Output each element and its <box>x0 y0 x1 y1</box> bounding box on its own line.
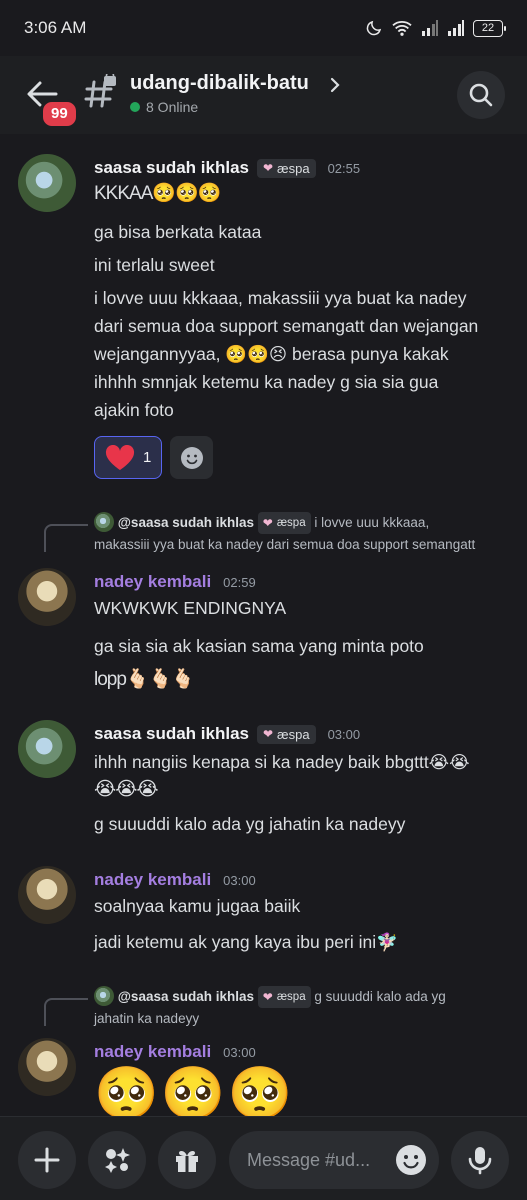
message-text: 🥺🥺🥺 <box>94 1065 295 1116</box>
avatar[interactable] <box>18 866 76 924</box>
voice-button[interactable] <box>451 1131 509 1189</box>
online-dot-icon <box>130 102 140 112</box>
username[interactable]: nadey kembali <box>94 870 211 890</box>
message-text: wejangannyyaa, 🥺🥺😣 berasa punya kakak <box>94 344 449 364</box>
status-time: 3:06 AM <box>24 18 87 37</box>
add-reaction-button[interactable] <box>170 436 214 479</box>
wifi-icon <box>392 21 412 36</box>
message-text: ini terlalu sweet <box>94 255 215 275</box>
message-text: 😭😭😭 <box>94 779 159 800</box>
online-count: 8 Online <box>146 99 199 115</box>
reply-text: g suuuddi kalo ada yg <box>314 989 446 1004</box>
message-text: ga bisa berkata kataa <box>94 222 262 242</box>
signal-icon-2 <box>448 20 464 36</box>
gift-icon <box>176 1151 198 1172</box>
heart-icon: ❤ <box>262 990 273 1004</box>
locked-channel-icon <box>84 74 116 108</box>
role-tag: ❤ æspa <box>257 986 311 1008</box>
message-header: nadey kembali 03:00 <box>94 870 256 890</box>
heart-icon: ❤ <box>262 516 273 530</box>
reactions: 1 <box>94 436 214 479</box>
composer-bar: Message #ud... <box>0 1116 527 1200</box>
message-text: dari semua doa support semangatt dan wej… <box>94 316 479 336</box>
timestamp: 03:00 <box>223 872 256 888</box>
message-text: ga sia sia ak kasian sama yang minta pot… <box>94 636 424 656</box>
message-text: lopp🫰🏻🫰🏻🫰🏻 <box>94 669 195 690</box>
message-text: KKKAA🥺🥺🥺 <box>94 183 221 204</box>
battery-icon: 22 <box>473 19 506 37</box>
online-status: 8 Online <box>130 99 198 115</box>
message-list[interactable]: saasa sudah ikhlas ❤ æspa 02:55 KKKAA🥺🥺🥺 … <box>0 134 527 1116</box>
search-icon <box>469 83 493 107</box>
message-text: g suuuddi kalo ada yg jahatin ka nadeyy <box>94 814 406 834</box>
reaction-count: 1 <box>143 449 152 466</box>
reply-username: @saasa sudah ikhlas <box>117 515 254 530</box>
reply-connector <box>44 998 88 1026</box>
avatar[interactable] <box>18 720 76 778</box>
reply-text: jahatin ka nadeyy <box>94 1011 200 1026</box>
message-header: saasa sudah ikhlas ❤ æspa 02:55 <box>94 158 360 178</box>
message-header: saasa sudah ikhlas ❤ æspa 03:00 <box>94 724 360 744</box>
message-placeholder: Message #ud... <box>247 1149 371 1170</box>
username[interactable]: saasa sudah ikhlas <box>94 158 249 178</box>
reply-connector <box>44 524 88 552</box>
microphone-icon <box>468 1147 492 1175</box>
gift-button[interactable] <box>158 1131 216 1189</box>
signal-icon <box>422 20 438 36</box>
timestamp: 02:59 <box>223 574 256 590</box>
status-bar: 3:06 AM 22 <box>0 0 527 56</box>
search-button[interactable] <box>457 71 505 119</box>
heart-reaction[interactable]: 1 <box>94 436 163 479</box>
plus-icon <box>34 1147 60 1173</box>
reply-avatar <box>94 986 114 1006</box>
timestamp: 02:55 <box>327 160 361 176</box>
reply-text: i lovve uuu kkkaaa, <box>314 515 430 530</box>
unread-badge: 99 <box>40 99 79 129</box>
smiley-icon <box>180 446 203 469</box>
role-tag[interactable]: ❤ æspa <box>256 158 316 178</box>
reply-avatar <box>94 512 114 532</box>
username[interactable]: saasa sudah ikhlas <box>94 724 249 744</box>
message-text: ihhh nangiis kenapa si ka nadey baik bbg… <box>94 752 470 772</box>
message-text: ajakin foto <box>94 400 174 420</box>
apps-sparkle-icon <box>105 1148 130 1173</box>
apps-button[interactable] <box>88 1131 146 1189</box>
reply-username: @saasa sudah ikhlas <box>117 989 254 1004</box>
channel-header: 99 udang-dibalik-batu 8 Online <box>0 56 527 134</box>
timestamp: 03:00 <box>223 1044 256 1060</box>
username[interactable]: nadey kembali <box>94 1042 211 1062</box>
message-text: ihhhh smnjak ketemu ka nadey g sia sia g… <box>94 372 439 392</box>
message-input[interactable]: Message #ud... <box>229 1131 439 1189</box>
status-icons: 22 <box>365 19 506 37</box>
heart-icon: ❤ <box>262 727 274 741</box>
role-tag[interactable]: ❤ æspa <box>256 724 316 744</box>
heart-icon: ❤ <box>262 161 274 175</box>
username[interactable]: nadey kembali <box>94 572 211 592</box>
role-label: æspa <box>277 726 310 742</box>
message-header: nadey kembali 03:00 <box>94 1042 256 1062</box>
heart-icon <box>105 444 135 470</box>
avatar[interactable] <box>18 1038 76 1096</box>
message-text: soalnyaa kamu jugaa baiik <box>94 896 301 916</box>
role-label: æspa <box>276 991 306 1003</box>
reply-preview[interactable]: @saasa sudah ikhlas ❤ æspa g suuuddi kalo… <box>94 986 504 1030</box>
reply-text: makassiii yya buat ka nadey dari semua d… <box>94 537 476 552</box>
chevron-right-icon[interactable] <box>329 76 341 94</box>
reply-preview[interactable]: @saasa sudah ikhlas ❤ æspa i lovve uuu kk… <box>94 512 504 556</box>
emoji-icon[interactable] <box>395 1144 427 1176</box>
message-header: nadey kembali 02:59 <box>94 572 256 592</box>
channel-name[interactable]: udang-dibalik-batu <box>130 72 309 95</box>
role-tag: ❤ æspa <box>257 512 311 534</box>
timestamp: 03:00 <box>327 726 361 742</box>
avatar[interactable] <box>18 568 76 626</box>
role-label: æspa <box>276 517 306 529</box>
message-text: jadi ketemu ak yang kaya ibu peri ini🧚🏻‍… <box>94 932 398 952</box>
avatar[interactable] <box>18 154 76 212</box>
moon-icon <box>366 20 382 36</box>
role-label: æspa <box>277 160 310 176</box>
add-button[interactable] <box>18 1131 76 1189</box>
message-text: i lovve uuu kkkaaa, makassiii yya buat k… <box>94 288 467 308</box>
message-text: WKWKWK ENDINGNYA <box>94 598 287 618</box>
